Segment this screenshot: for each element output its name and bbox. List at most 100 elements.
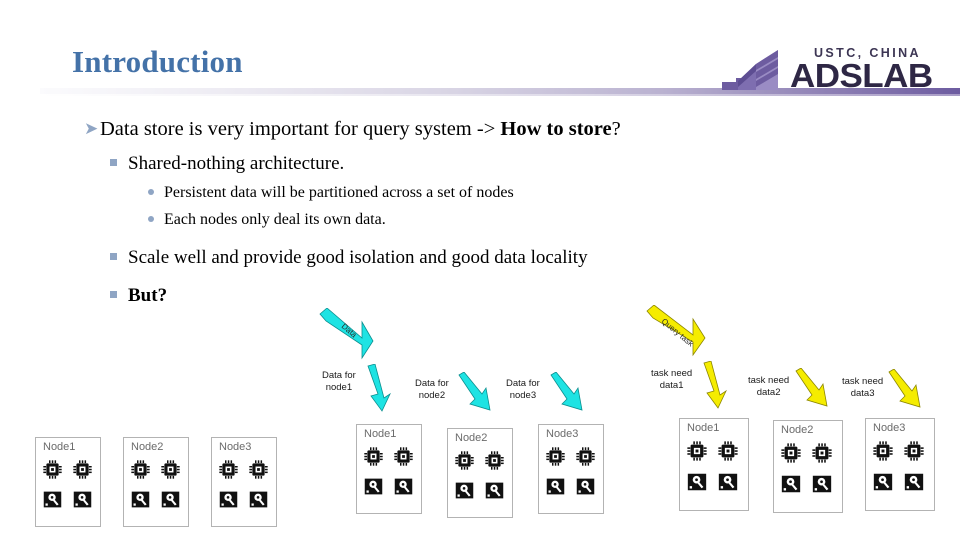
- bullet-each-node-text: Each nodes only deal its own data.: [164, 211, 386, 228]
- diagram-group-query-task-routing: Query task task need data1 task need dat…: [645, 304, 960, 538]
- adslab-logo: USTC, CHINA ADSLAB: [708, 44, 960, 96]
- cpu-chip-icon: [811, 442, 833, 469]
- node-hardware-icons: [780, 442, 848, 504]
- bullet-text-tail: ?: [611, 118, 621, 140]
- arrow-label-task-data3: task need data3: [842, 376, 883, 400]
- arrow-label-data-node1: Data for node1: [322, 370, 356, 394]
- cpu-chip-icon: [872, 440, 894, 467]
- node-box: Node1: [35, 437, 101, 527]
- hard-disk-icon: [717, 471, 739, 498]
- node-box: Node2: [447, 428, 513, 518]
- node-hardware-icons: [130, 459, 194, 519]
- bullet-but-text: But?: [128, 285, 168, 306]
- node-label: Node2: [781, 424, 814, 436]
- bullet-each-node: Each nodes only deal its own data.: [148, 211, 960, 229]
- arrow-label-line2: node1: [325, 381, 353, 393]
- node-label: Node3: [546, 428, 579, 440]
- bullet-persistent-data-text: Persistent data will be partitioned acro…: [164, 184, 514, 201]
- page-title: Introduction: [72, 44, 243, 79]
- diagram-group-shared-nothing-base: Node1 Node2 Node3: [30, 425, 300, 535]
- bullet-shared-nothing-text: Shared-nothing architecture.: [128, 153, 345, 174]
- hard-disk-icon: [363, 476, 384, 502]
- node-box: Node3: [865, 418, 935, 511]
- arrow-label-line1: task need: [651, 368, 693, 379]
- logo-wordmark: ADSLAB: [790, 57, 933, 94]
- node-hardware-icons: [363, 446, 427, 506]
- cpu-row: [130, 459, 194, 485]
- hard-disk-icon: [454, 480, 475, 506]
- cpu-row: [454, 450, 518, 476]
- arrow-label-line2: data3: [850, 387, 875, 399]
- hard-disk-icon: [72, 489, 93, 515]
- disk-row: [545, 476, 609, 502]
- disk-row: [363, 476, 427, 502]
- node-hardware-icons: [872, 440, 940, 502]
- arrow-label-line1: Data for: [322, 370, 356, 381]
- cpu-chip-icon: [575, 446, 596, 472]
- slide-header: Introduction USTC, CHINA ADSLAB: [0, 0, 960, 100]
- arrow-label-line1: task need: [748, 375, 790, 386]
- cpu-row: [686, 440, 754, 467]
- node-label: Node2: [131, 441, 164, 453]
- node-label: Node1: [43, 441, 76, 453]
- cpu-chip-icon: [545, 446, 566, 472]
- hard-disk-icon: [130, 489, 151, 515]
- node-box: Node3: [538, 424, 604, 514]
- node-label: Node3: [219, 441, 252, 453]
- disk-row: [42, 489, 106, 515]
- node-box: Node2: [123, 437, 189, 527]
- cpu-row: [363, 446, 427, 472]
- hard-disk-icon: [393, 476, 414, 502]
- disk-row: [130, 489, 194, 515]
- arrow-label-line1: Data for: [506, 378, 540, 389]
- hard-disk-icon: [872, 471, 894, 498]
- slide-body: ➤ Data store is very important for query…: [0, 106, 960, 307]
- cpu-row: [42, 459, 106, 485]
- arrow-label-line2: data1: [659, 379, 684, 391]
- node-box: Node1: [356, 424, 422, 514]
- arrow-label-data-node2: Data for node2: [415, 378, 449, 402]
- hard-disk-icon: [780, 473, 802, 500]
- cpu-chip-icon: [363, 446, 384, 472]
- diagram-group-data-partitioning: Data Data for node1 Data for node2 Data …: [318, 307, 610, 538]
- bullet-persistent-data: Persistent data will be partitioned acro…: [148, 184, 960, 202]
- small-query-arrow-node1: [702, 360, 730, 414]
- arrow-label-task-data1: task need data1: [651, 368, 692, 392]
- bullet-text-normal: Data store is very important for query s…: [100, 118, 501, 140]
- bullet-level1-text: Data store is very important for query s…: [100, 118, 621, 141]
- cpu-row: [545, 446, 609, 472]
- disk-row: [454, 480, 518, 506]
- hard-disk-icon: [545, 476, 566, 502]
- node-hardware-icons: [454, 450, 518, 510]
- arrow-label-task-data2: task need data2: [748, 375, 789, 399]
- small-query-arrow-node2: [795, 367, 831, 415]
- cpu-chip-icon: [717, 440, 739, 467]
- cpu-row: [872, 440, 940, 467]
- cpu-chip-icon: [248, 459, 269, 485]
- node-label: Node3: [873, 422, 906, 434]
- hard-disk-icon: [811, 473, 833, 500]
- big-query-task-arrow: Query task: [645, 304, 707, 362]
- bullet-text-bold: How to store: [500, 118, 612, 140]
- arrow-label-line2: node3: [509, 389, 537, 401]
- hard-disk-icon: [575, 476, 596, 502]
- node-box: Node1: [679, 418, 749, 511]
- node-hardware-icons: [42, 459, 106, 519]
- cpu-row: [218, 459, 282, 485]
- hard-disk-icon: [160, 489, 181, 515]
- arrow-bullet-icon: ➤: [84, 119, 99, 138]
- hard-disk-icon: [903, 471, 925, 498]
- disk-row: [780, 473, 848, 500]
- arrow-label-line1: Data for: [415, 378, 449, 389]
- bullet-shared-nothing: Shared-nothing architecture.: [110, 153, 960, 175]
- disk-row: [872, 471, 940, 498]
- bullet-scale-well-text: Scale well and provide good isolation an…: [128, 247, 588, 268]
- arrow-label-line2: data2: [756, 386, 781, 398]
- bullet-scale-well: Scale well and provide good isolation an…: [110, 247, 960, 269]
- small-data-arrow-node2: [458, 371, 494, 419]
- node-label: Node1: [687, 422, 720, 434]
- cpu-chip-icon: [160, 459, 181, 485]
- node-label: Node2: [455, 432, 488, 444]
- cpu-chip-icon: [393, 446, 414, 472]
- node-box: Node3: [211, 437, 277, 527]
